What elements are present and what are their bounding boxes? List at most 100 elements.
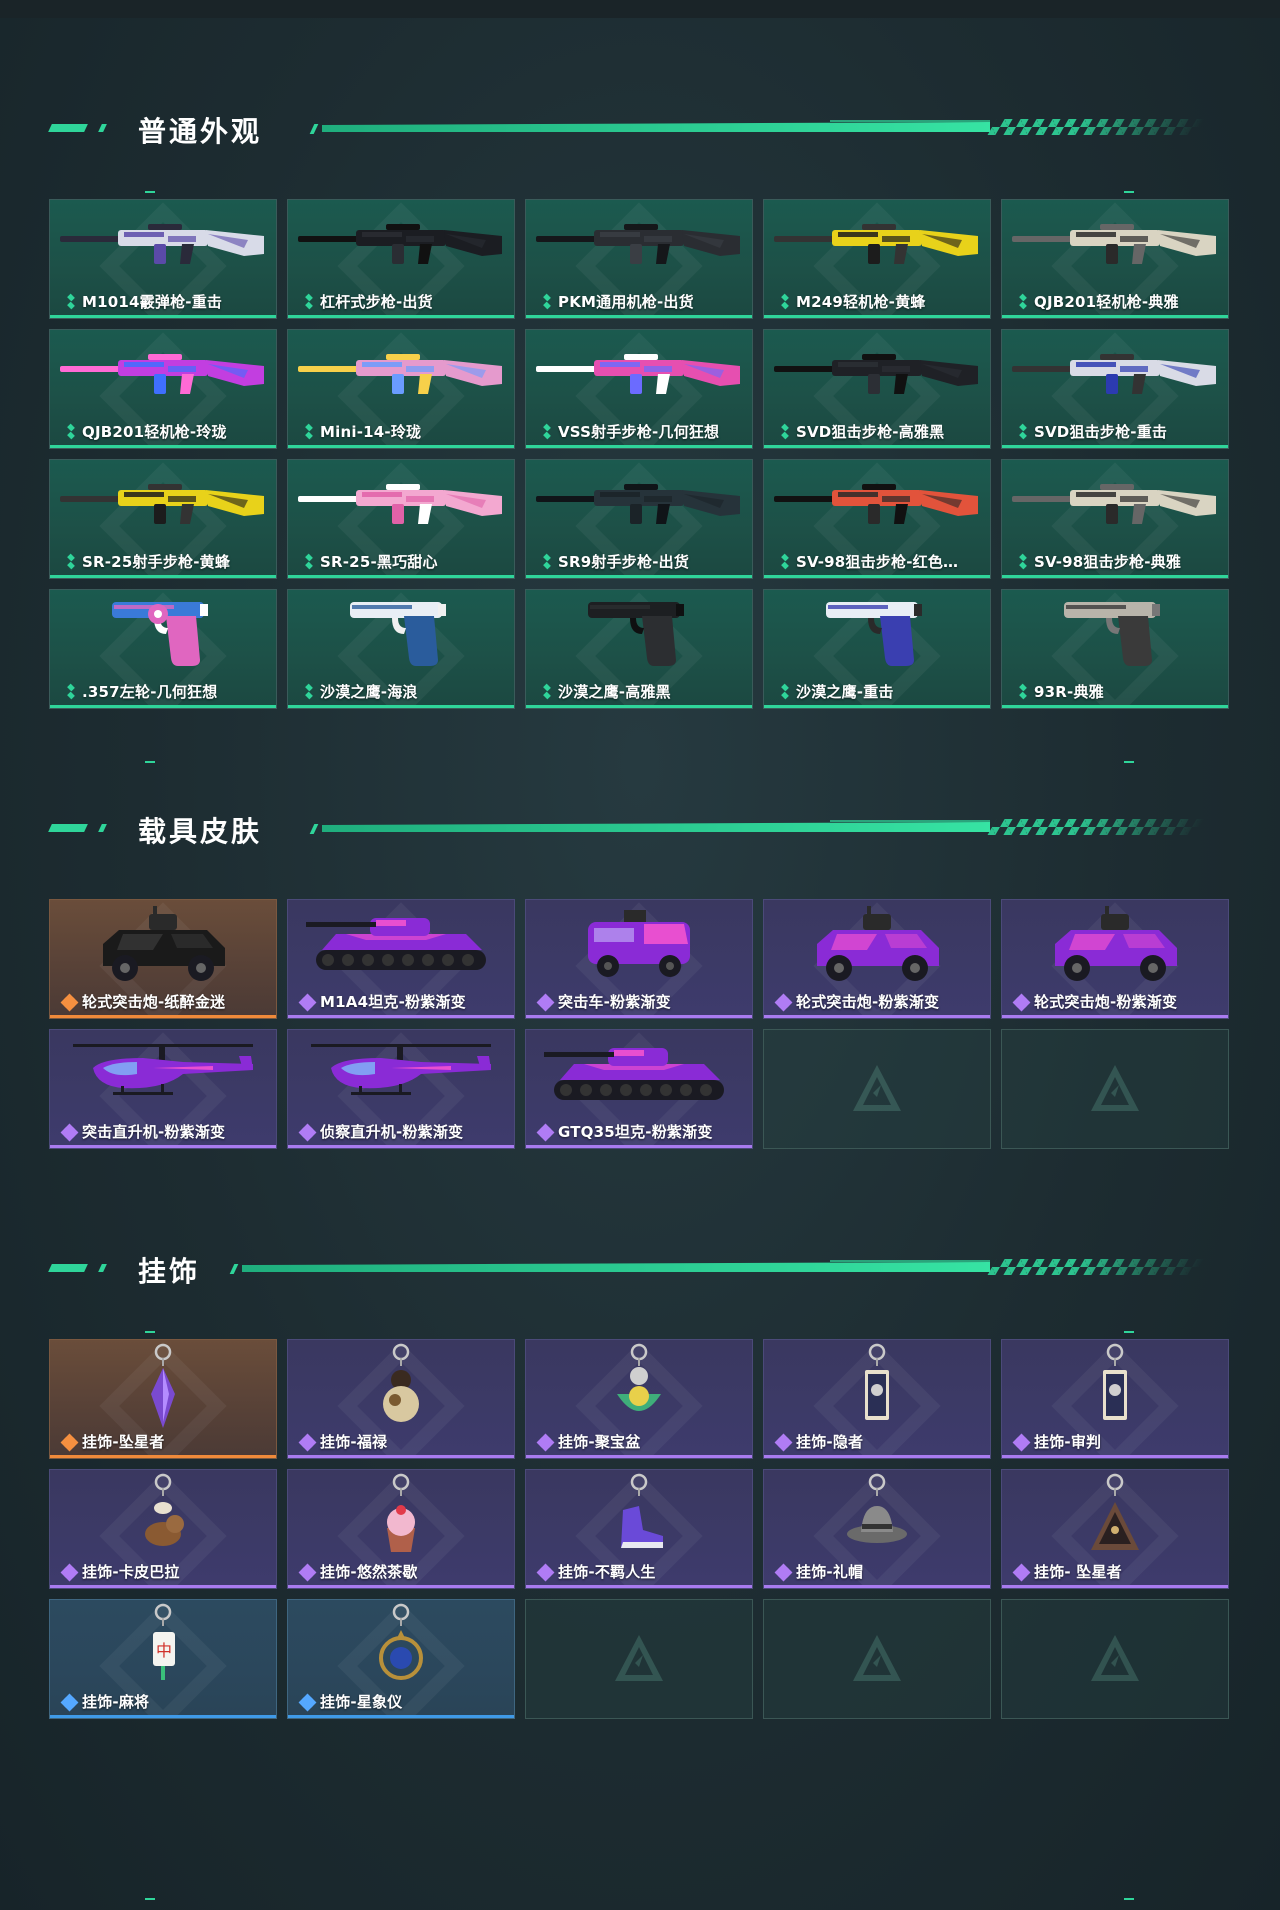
top-bar — [0, 0, 1280, 18]
rarity-icon — [298, 1123, 317, 1142]
item-card[interactable]: 侦察直升机-粉紫渐变 — [287, 1029, 515, 1149]
item-name: M1014霰弹枪-重击 — [82, 293, 223, 311]
header-checker-pattern — [987, 1259, 1205, 1275]
astrolabe-charm-icon — [288, 1600, 514, 1690]
item-card[interactable]: 挂饰-聚宝盆 — [525, 1339, 753, 1459]
item-name: 挂饰-麻将 — [82, 1693, 150, 1711]
item-card[interactable]: 挂饰-礼帽 — [763, 1469, 991, 1589]
rarity-bar — [50, 1715, 276, 1718]
header-line — [322, 822, 990, 832]
item-card[interactable]: SV-98狙击步枪-红色… — [763, 459, 991, 579]
item-name: 沙漠之鹰-海浪 — [320, 683, 418, 701]
item-name: 突击车-粉紫渐变 — [558, 993, 671, 1011]
placeholder-logo-icon — [613, 1633, 665, 1685]
rarity-bar — [288, 1455, 514, 1458]
item-card[interactable]: 轮式突击炮-粉紫渐变 — [1001, 899, 1229, 1019]
header-checker-pattern — [987, 819, 1205, 835]
light-machine-gun-icon — [50, 330, 276, 420]
item-name: 沙漠之鹰-高雅黑 — [558, 683, 671, 701]
item-card[interactable]: 沙漠之鹰-重击 — [763, 589, 991, 709]
item-card[interactable]: SR-25射手步枪-黄蜂 — [49, 459, 277, 579]
marksman-rifle-icon — [526, 460, 752, 550]
corner-mark — [145, 191, 155, 193]
item-card[interactable]: 突击车-粉紫渐变 — [525, 899, 753, 1019]
item-card[interactable]: 轮式突击炮-纸醉金迷 — [49, 899, 277, 1019]
rarity-icon — [541, 683, 553, 700]
item-card[interactable]: 突击直升机-粉紫渐变 — [49, 1029, 277, 1149]
charm-grid: 挂饰-坠星者 挂饰-福禄 挂饰-聚宝盆 挂饰-隐者 挂饰-审判 挂饰-卡皮巴拉 … — [49, 1339, 1230, 1719]
item-card[interactable]: SV-98狙击步枪-典雅 — [1001, 459, 1229, 579]
rarity-icon — [1017, 553, 1029, 570]
rarity-icon — [60, 1433, 79, 1452]
item-card[interactable]: QJB201轻机枪-玲珑 — [49, 329, 277, 449]
item-name: SR-25-黑巧甜心 — [320, 553, 438, 571]
header-dash — [98, 1264, 107, 1272]
item-card[interactable]: 轮式突击炮-粉紫渐变 — [763, 899, 991, 1019]
rarity-bar — [764, 1455, 990, 1458]
item-card[interactable]: 挂饰-星象仪 — [287, 1599, 515, 1719]
item-card[interactable]: 沙漠之鹰-海浪 — [287, 589, 515, 709]
rarity-icon — [1012, 1563, 1031, 1582]
header-dash — [48, 124, 88, 132]
item-name: .357左轮-几何狂想 — [82, 683, 218, 701]
item-card[interactable]: 沙漠之鹰-高雅黑 — [525, 589, 753, 709]
item-card[interactable]: 杠杆式步枪-出货 — [287, 199, 515, 319]
item-card[interactable]: 挂饰-福禄 — [287, 1339, 515, 1459]
rarity-icon — [60, 1693, 79, 1712]
item-name: SR-25射手步枪-黄蜂 — [82, 553, 231, 571]
item-card[interactable]: 挂饰-不羁人生 — [525, 1469, 753, 1589]
item-card[interactable]: M1014霰弹枪-重击 — [49, 199, 277, 319]
item-card[interactable]: 中 挂饰-麻将 — [49, 1599, 277, 1719]
rarity-bar — [764, 1015, 990, 1018]
item-card[interactable]: M249轻机枪-黄蜂 — [763, 199, 991, 319]
item-card[interactable]: Mini-14-玲珑 — [287, 329, 515, 449]
rarity-bar — [288, 1715, 514, 1718]
item-card[interactable]: SVD狙击步枪-重击 — [1001, 329, 1229, 449]
sniper-rifle-icon — [1002, 330, 1228, 420]
sniper-rifle-icon — [764, 460, 990, 550]
item-card[interactable]: 挂饰-悠然茶歇 — [287, 1469, 515, 1589]
rarity-icon — [541, 293, 553, 310]
rarity-bar — [1002, 315, 1228, 318]
empty-slot — [1001, 1599, 1229, 1719]
item-card[interactable]: VSS射手步枪-几何狂想 — [525, 329, 753, 449]
item-card[interactable]: .357左轮-几何狂想 — [49, 589, 277, 709]
rarity-icon — [1017, 423, 1029, 440]
item-name: 挂饰-隐者 — [796, 1433, 864, 1451]
empty-slot — [1001, 1029, 1229, 1149]
item-card[interactable]: PKM通用机枪-出货 — [525, 199, 753, 319]
pistol-icon — [288, 590, 514, 680]
rarity-icon — [774, 1563, 793, 1582]
rarity-icon — [298, 1433, 317, 1452]
sniper-rifle-icon — [764, 330, 990, 420]
item-name: M1A4坦克-粉紫渐变 — [320, 993, 466, 1011]
armored-car-icon — [50, 900, 276, 990]
triangle-charm-icon — [1002, 1470, 1228, 1560]
item-card[interactable]: 挂饰-坠星者 — [49, 1339, 277, 1459]
rarity-bar — [1002, 1585, 1228, 1588]
corner-mark — [145, 1331, 155, 1333]
item-card[interactable]: M1A4坦克-粉紫渐变 — [287, 899, 515, 1019]
item-card[interactable]: 挂饰- 坠星者 — [1001, 1469, 1229, 1589]
item-card[interactable]: 挂饰-卡皮巴拉 — [49, 1469, 277, 1589]
item-card[interactable]: 93R-典雅 — [1001, 589, 1229, 709]
card-charm-icon — [764, 1340, 990, 1430]
item-card[interactable]: 挂饰-审判 — [1001, 1339, 1229, 1459]
item-card[interactable]: SR9射手步枪-出货 — [525, 459, 753, 579]
item-card[interactable]: 挂饰-隐者 — [763, 1339, 991, 1459]
pistol-icon — [764, 590, 990, 680]
rarity-bar — [1002, 705, 1228, 708]
header-line — [322, 122, 990, 132]
tank-icon — [526, 1030, 752, 1120]
item-name: 挂饰-审判 — [1034, 1433, 1102, 1451]
item-card[interactable]: GTQ35坦克-粉紫渐变 — [525, 1029, 753, 1149]
item-card[interactable]: QJB201轻机枪-典雅 — [1001, 199, 1229, 319]
empty-slot — [525, 1599, 753, 1719]
rarity-bar — [288, 445, 514, 448]
item-card[interactable]: SVD狙击步枪-高雅黑 — [763, 329, 991, 449]
item-name: 挂饰-坠星者 — [82, 1433, 165, 1451]
item-card[interactable]: SR-25-黑巧甜心 — [287, 459, 515, 579]
item-name: SV-98狙击步枪-红色… — [796, 553, 959, 571]
rarity-bar — [526, 1145, 752, 1148]
rarity-icon — [60, 993, 79, 1012]
